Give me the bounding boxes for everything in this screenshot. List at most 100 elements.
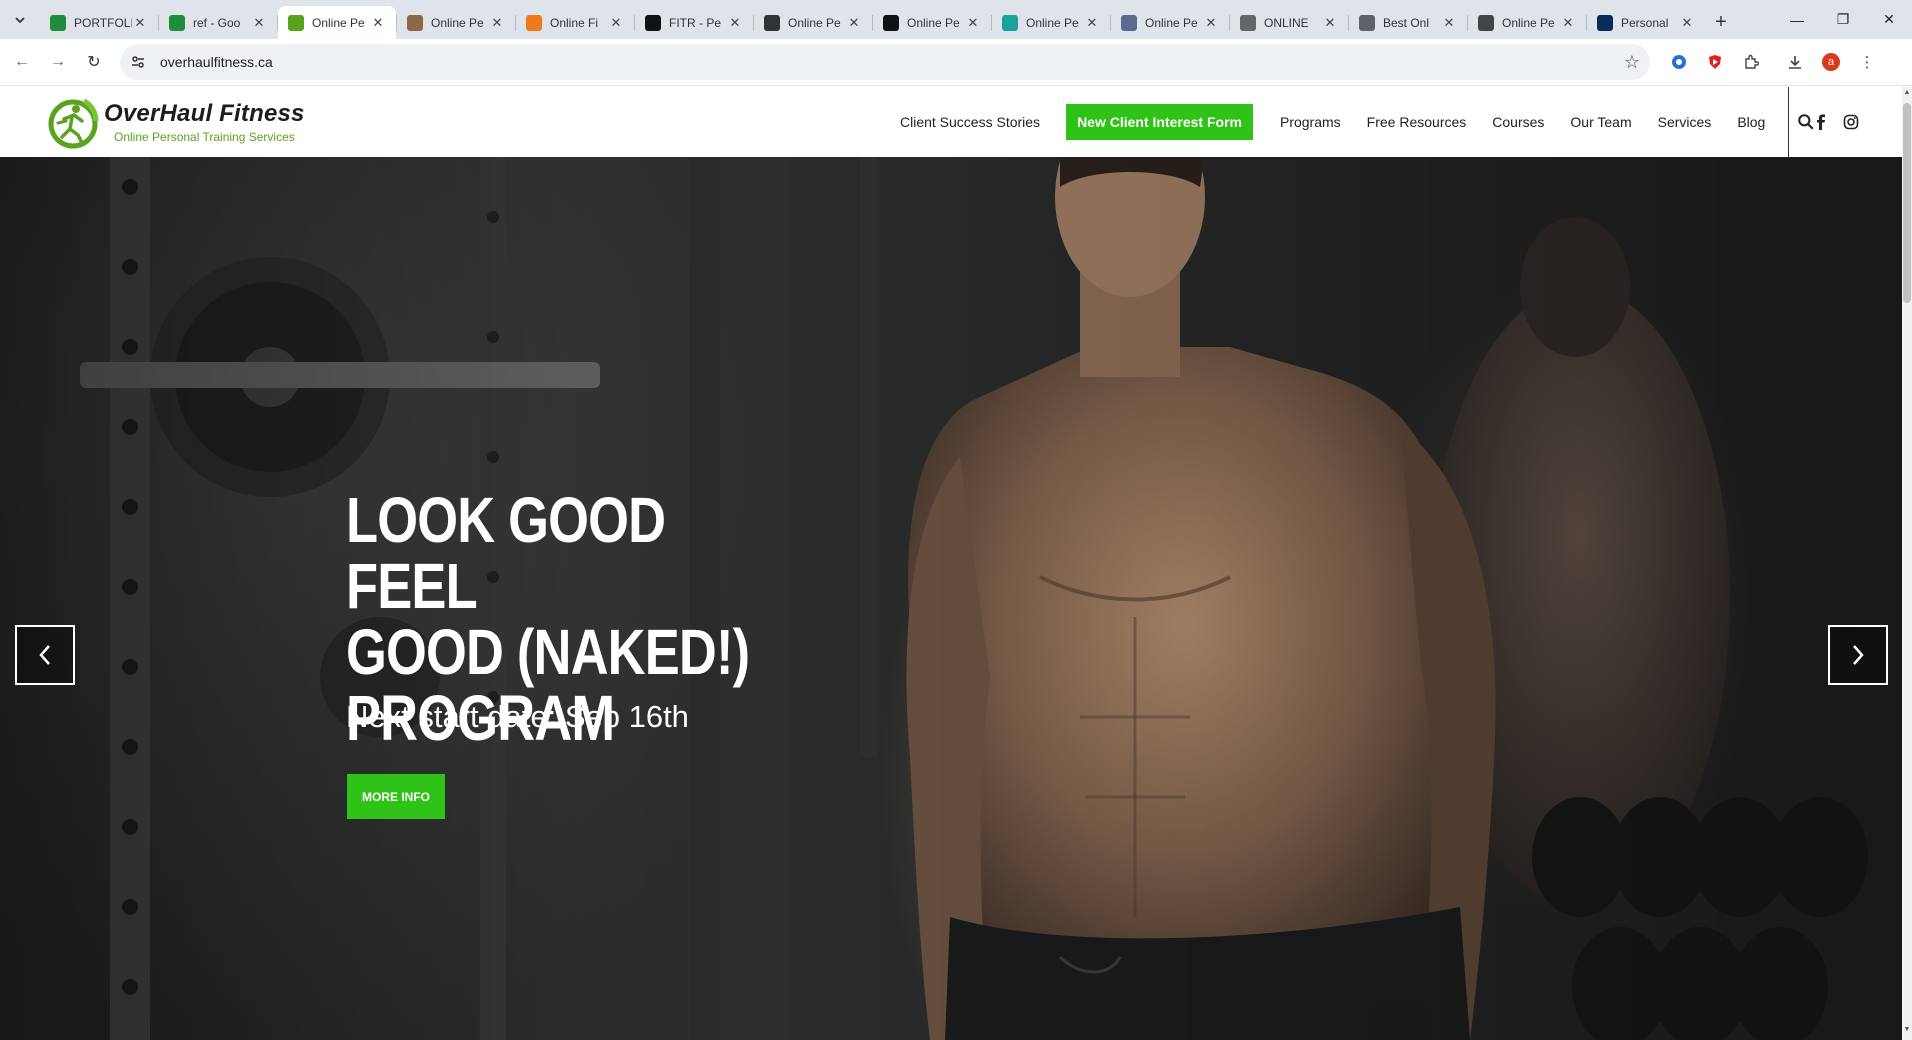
k-icon xyxy=(883,14,899,31)
tab-title: Online Pe xyxy=(1502,15,1555,30)
tab-close-icon[interactable]: ✕ xyxy=(727,15,743,31)
forward-button[interactable]: → xyxy=(40,44,76,80)
tab-close-icon[interactable]: ✕ xyxy=(1322,15,1338,31)
new-tab-button[interactable]: + xyxy=(1705,7,1737,39)
nav-item[interactable]: Blog xyxy=(1737,114,1765,130)
chevron-down-icon xyxy=(15,16,25,23)
nav-item[interactable]: Client Success Stories xyxy=(900,114,1040,130)
puzzle-icon[interactable] xyxy=(1736,47,1766,77)
browser-tab[interactable]: Online Pe ✕ xyxy=(992,7,1110,39)
social-links xyxy=(1788,87,1859,157)
nav-item[interactable]: Courses xyxy=(1492,114,1544,130)
overhaul-logo-icon xyxy=(48,98,99,149)
browser-tab[interactable]: Online Pe ✕ xyxy=(397,7,515,39)
tab-close-icon[interactable]: ✕ xyxy=(251,15,267,31)
tab-close-icon[interactable]: ✕ xyxy=(1560,15,1576,31)
tab-close-icon[interactable]: ✕ xyxy=(489,15,505,31)
extension-icon[interactable] xyxy=(1664,47,1694,77)
profile-avatar[interactable]: a xyxy=(1816,47,1846,77)
shield-extension-icon[interactable] xyxy=(1700,47,1730,77)
next-slide-button[interactable] xyxy=(1828,625,1888,685)
instagram-icon[interactable] xyxy=(1843,114,1859,130)
browser-tab[interactable]: Online Pe ✕ xyxy=(1468,7,1586,39)
profile-initial: a xyxy=(1822,53,1840,71)
tab-title: Best Onl xyxy=(1383,15,1430,30)
google-sheets-icon xyxy=(50,14,66,31)
fitr-icon xyxy=(645,14,661,31)
browser-tab[interactable]: Online Pe ✕ xyxy=(754,7,872,39)
previous-slide-button[interactable] xyxy=(15,625,75,685)
tab-close-icon[interactable]: ✕ xyxy=(1679,15,1695,31)
tab-close-icon[interactable]: ✕ xyxy=(1441,15,1457,31)
extensions-area: a ⋮ xyxy=(1664,47,1882,77)
tab-close-icon[interactable]: ✕ xyxy=(846,15,862,31)
browser-toolbar: ← → ↻ overhaulfitness.ca ☆ a ⋮ xyxy=(0,39,1912,86)
browser-tab[interactable]: ref - Goo ✕ xyxy=(159,7,277,39)
hero-title-line: LOOK GOOD FEEL xyxy=(346,484,666,622)
hero-slider: LOOK GOOD FEEL GOOD (NAKED!) PROGRAM Nex… xyxy=(0,157,1902,1040)
browser-tab[interactable]: Best Onl ✕ xyxy=(1349,7,1467,39)
flame-icon xyxy=(526,14,542,31)
close-window-button[interactable]: ✕ xyxy=(1866,0,1912,39)
nav-item[interactable]: Our Team xyxy=(1570,114,1631,130)
google-sheets-icon xyxy=(169,14,185,31)
back-button[interactable]: ← xyxy=(4,44,40,80)
tab-close-icon[interactable]: ✕ xyxy=(1203,15,1219,31)
browser-tab[interactable]: Online Pe ✕ xyxy=(1111,7,1229,39)
site-info-icon[interactable] xyxy=(130,54,146,70)
cube-icon xyxy=(764,14,780,31)
tab-list: PORTFOLIO✕ref - Goo✕Online Pe✕Online Pe✕… xyxy=(40,0,1705,39)
kebab-menu-icon[interactable]: ⋮ xyxy=(1852,47,1882,77)
tab-close-icon[interactable]: ✕ xyxy=(1084,15,1100,31)
tab-close-icon[interactable]: ✕ xyxy=(608,15,624,31)
restore-button[interactable]: ❐ xyxy=(1820,0,1866,39)
bookmark-star-icon[interactable]: ☆ xyxy=(1624,52,1640,73)
tab-title: Online Fi xyxy=(550,15,599,30)
logo-tagline: Online Personal Training Services xyxy=(114,130,295,144)
site-icon xyxy=(407,14,423,31)
nav-item[interactable]: Services xyxy=(1658,114,1712,130)
nav-item[interactable]: Programs xyxy=(1280,114,1341,130)
browser-tab[interactable]: FITR - Pe ✕ xyxy=(635,7,753,39)
tab-search-button[interactable] xyxy=(0,0,40,39)
fs-icon xyxy=(1597,14,1613,31)
tab-title: PORTFOLIO xyxy=(74,15,132,30)
browser-tab[interactable]: Online Fi ✕ xyxy=(516,7,634,39)
tab-title: Online Pe xyxy=(1026,15,1079,30)
window-controls: — ❐ ✕ xyxy=(1774,0,1912,39)
site-logo[interactable]: OverHaul Fitness Online Personal Trainin… xyxy=(46,91,306,153)
browser-tab[interactable]: PORTFOLIO✕ xyxy=(40,7,158,39)
hero-background-photo xyxy=(0,157,1902,1040)
scroll-up-arrow[interactable]: ▲ xyxy=(1902,89,1912,101)
minimize-button[interactable]: — xyxy=(1774,0,1820,39)
site-header: OverHaul Fitness Online Personal Trainin… xyxy=(0,87,1902,157)
overhaul-icon xyxy=(288,14,304,31)
facebook-icon[interactable] xyxy=(1815,114,1827,130)
new-client-interest-form-button[interactable]: New Client Interest Form xyxy=(1066,104,1253,140)
tab-title: Online Pe xyxy=(907,15,960,30)
tab-title: ref - Goo xyxy=(193,15,241,30)
tab-close-icon[interactable]: ✕ xyxy=(132,15,148,31)
tab-close-icon[interactable]: ✕ xyxy=(370,15,386,31)
reload-button[interactable]: ↻ xyxy=(76,44,112,80)
download-icon[interactable] xyxy=(1780,47,1810,77)
chevron-left-icon xyxy=(39,645,50,665)
more-info-button[interactable]: MORE INFO xyxy=(347,774,445,819)
tab-title: Online Pe xyxy=(788,15,841,30)
browser-tab[interactable]: Online Pe ✕ xyxy=(873,7,991,39)
scroll-down-arrow[interactable]: ▼ xyxy=(1902,1026,1912,1038)
page-scrollbar[interactable]: ▲ ▼ xyxy=(1902,87,1912,1040)
tab-title: Online Pe xyxy=(312,15,365,30)
x-circle-icon xyxy=(1240,14,1256,31)
browser-tab[interactable]: Personal ✕ xyxy=(1587,7,1705,39)
address-bar[interactable]: overhaulfitness.ca ☆ xyxy=(120,44,1650,80)
browser-tab[interactable]: Online Pe ✕ xyxy=(278,6,396,39)
nav-item[interactable]: Free Resources xyxy=(1367,114,1467,130)
browser-tab[interactable]: ONLINE ✕ xyxy=(1230,7,1348,39)
tab-close-icon[interactable]: ✕ xyxy=(965,15,981,31)
globe-icon xyxy=(1121,14,1137,31)
browser-tab-strip: PORTFOLIO✕ref - Goo✕Online Pe✕Online Pe✕… xyxy=(0,0,1912,39)
leaf-icon xyxy=(1002,14,1018,31)
tab-title: Online Pe xyxy=(1145,15,1198,30)
scrollbar-thumb[interactable] xyxy=(1903,103,1911,303)
